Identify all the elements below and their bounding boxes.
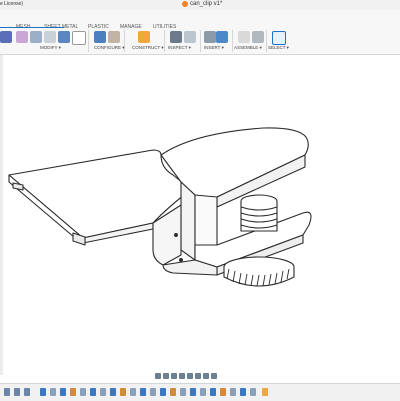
license-text: e License)	[0, 1, 24, 7]
timeline-feature[interactable]	[40, 388, 46, 396]
timeline-feature[interactable]	[170, 388, 176, 396]
group-insert[interactable]: INSERT ▾	[204, 45, 224, 51]
timeline-step-back-icon[interactable]	[14, 388, 20, 396]
insert-canvas-icon[interactable]	[216, 31, 228, 43]
timeline-feature[interactable]	[50, 388, 56, 396]
insert-icon[interactable]	[204, 31, 216, 43]
timeline-step-forward-icon[interactable]	[24, 388, 30, 396]
configure-icon[interactable]	[108, 31, 120, 43]
thumb-nut	[223, 256, 295, 287]
active-tab-underline	[0, 27, 64, 28]
grid-settings-icon[interactable]	[203, 373, 209, 379]
timeline-feature[interactable]	[110, 388, 116, 396]
select-icon[interactable]	[272, 31, 286, 45]
chamfer-icon[interactable]	[44, 31, 56, 43]
timeline-feature[interactable]	[100, 388, 106, 396]
canvas-viewport[interactable]	[3, 55, 400, 371]
shell-icon[interactable]	[58, 31, 70, 43]
timeline-feature[interactable]	[70, 388, 76, 396]
document-name: can_clip v1*	[190, 1, 223, 7]
navigation-bar	[155, 371, 245, 381]
parameters-icon[interactable]	[94, 31, 106, 43]
timeline-feature[interactable]	[130, 388, 136, 396]
timeline-feature[interactable]	[150, 388, 156, 396]
clip-frame-back	[180, 181, 196, 261]
group-configure[interactable]: CONFIGURE ▾	[94, 45, 125, 51]
interference-icon[interactable]	[184, 31, 196, 43]
ribbon-toolbar: MESH SHEET METAL PLASTIC MANAGE UTILITIE…	[0, 10, 400, 55]
timeline-feature[interactable]	[140, 388, 146, 396]
document-icon	[182, 1, 188, 7]
timeline-feature[interactable]	[240, 388, 246, 396]
timeline-feature[interactable]	[80, 388, 86, 396]
timeline-feature[interactable]	[200, 388, 206, 396]
move-icon[interactable]	[72, 31, 86, 45]
zoom-icon[interactable]	[179, 373, 185, 379]
document-tab[interactable]: can_clip v1*	[182, 1, 222, 7]
pan-icon[interactable]	[171, 373, 177, 379]
plane-icon[interactable]	[138, 31, 150, 43]
press-pull-icon[interactable]	[16, 31, 28, 43]
timeline-feature[interactable]	[230, 388, 236, 396]
group-inspect[interactable]: INSPECT ▾	[168, 45, 191, 51]
look-at-icon[interactable]	[163, 373, 169, 379]
model-can-clip	[8, 127, 312, 287]
viewports-icon[interactable]	[211, 373, 217, 379]
timeline-feature[interactable]	[210, 388, 216, 396]
timeline	[0, 383, 400, 401]
group-select[interactable]: SELECT ▾	[268, 45, 289, 51]
as-built-joint-icon[interactable]	[252, 31, 264, 43]
timeline-feature[interactable]	[90, 388, 96, 396]
fillet-icon[interactable]	[30, 31, 42, 43]
timeline-feature[interactable]	[250, 388, 256, 396]
create-tool-icon[interactable]	[0, 31, 12, 43]
tab-plastic[interactable]: PLASTIC	[88, 24, 109, 30]
joint-icon[interactable]	[238, 31, 250, 43]
group-construct[interactable]: CONSTRUCT ▾	[132, 45, 164, 51]
timeline-feature[interactable]	[220, 388, 226, 396]
timeline-feature[interactable]	[180, 388, 186, 396]
timeline-feature[interactable]	[60, 388, 66, 396]
timeline-feature[interactable]	[160, 388, 166, 396]
thread-screw	[240, 194, 278, 232]
timeline-play-icon[interactable]	[4, 388, 10, 396]
group-modify[interactable]: MODIFY ▾	[40, 45, 61, 51]
orbit-icon[interactable]	[155, 373, 161, 379]
timeline-feature[interactable]	[120, 388, 126, 396]
measure-icon[interactable]	[170, 31, 182, 43]
display-settings-icon[interactable]	[195, 373, 201, 379]
timeline-marker-icon[interactable]	[262, 388, 268, 396]
timeline-feature[interactable]	[190, 388, 196, 396]
group-assemble[interactable]: ASSEMBLE ▾	[234, 45, 262, 51]
fit-icon[interactable]	[187, 373, 193, 379]
